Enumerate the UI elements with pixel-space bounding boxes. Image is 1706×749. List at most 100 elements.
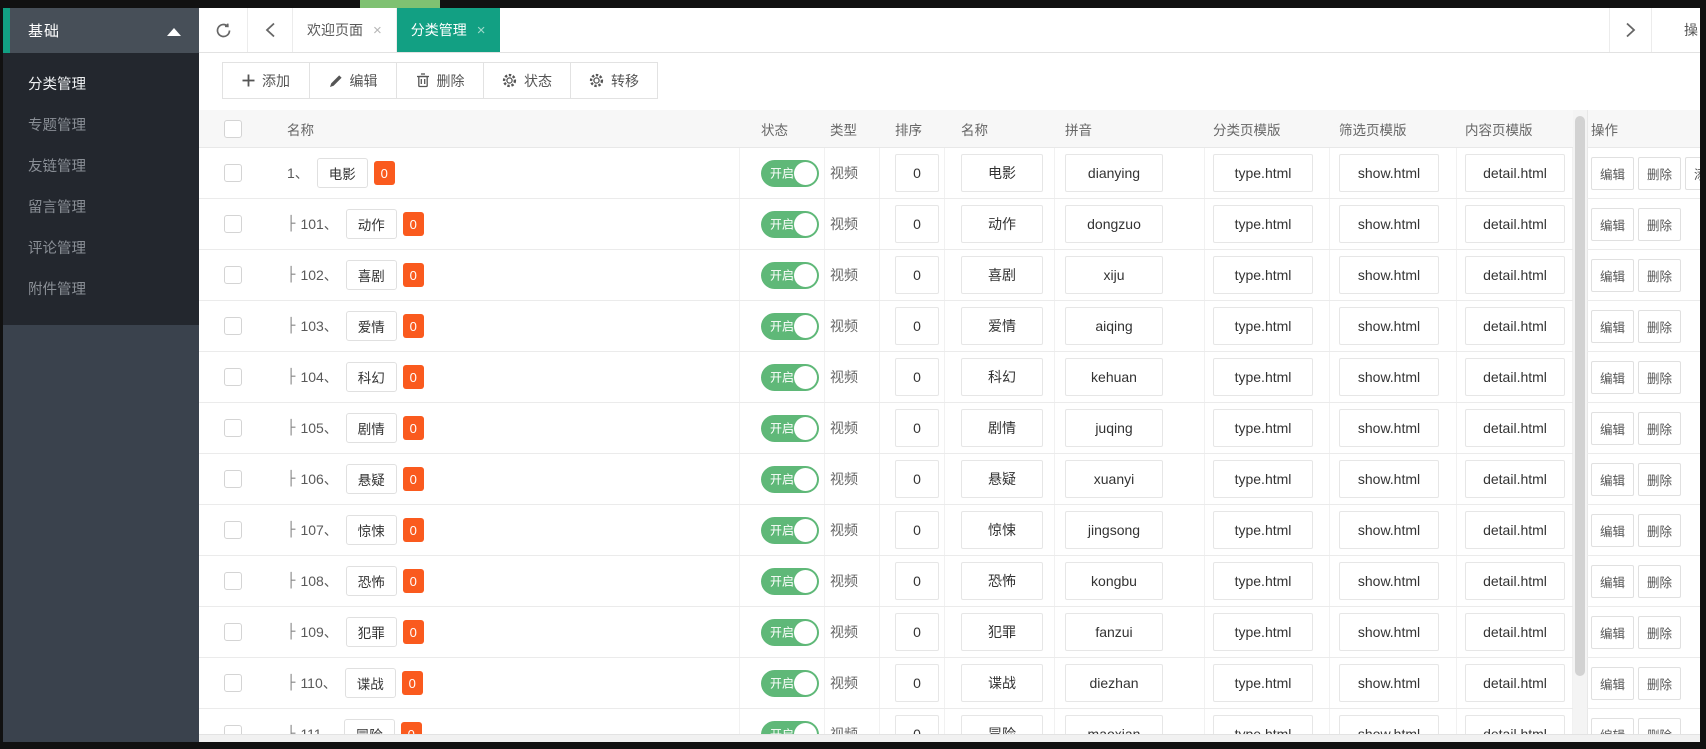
scrollbar-thumb[interactable] bbox=[1575, 116, 1585, 676]
category-name-box[interactable]: 爱情 bbox=[345, 311, 397, 341]
status-toggle[interactable]: 开启 bbox=[761, 465, 819, 493]
name-input[interactable]: 悬疑 bbox=[961, 460, 1043, 498]
sort-input[interactable]: 0 bbox=[895, 562, 939, 600]
select-all-checkbox[interactable] bbox=[223, 119, 242, 138]
category-template-input[interactable]: type.html bbox=[1213, 613, 1313, 651]
status-toggle[interactable]: 开启 bbox=[761, 261, 819, 289]
pinyin-input[interactable]: aiqing bbox=[1065, 307, 1163, 345]
sort-input[interactable]: 0 bbox=[895, 154, 939, 192]
filter-template-input[interactable]: show.html bbox=[1339, 256, 1439, 294]
status-toggle[interactable]: 开启 bbox=[761, 210, 819, 238]
name-input[interactable]: 犯罪 bbox=[961, 613, 1043, 651]
row-checkbox[interactable] bbox=[223, 368, 242, 386]
edit-row-button[interactable]: 编辑 bbox=[1591, 360, 1635, 394]
name-input[interactable]: 喜剧 bbox=[961, 256, 1043, 294]
category-name-box[interactable]: 科幻 bbox=[345, 362, 397, 392]
转移-toolbar-button[interactable]: 转移 bbox=[570, 62, 658, 99]
status-toggle[interactable]: 开启 bbox=[761, 312, 819, 340]
row-checkbox[interactable] bbox=[223, 419, 242, 437]
pinyin-input[interactable]: juqing bbox=[1065, 409, 1163, 447]
content-template-input[interactable]: detail.html bbox=[1465, 664, 1565, 702]
pinyin-input[interactable]: maoxian bbox=[1065, 715, 1163, 734]
name-input[interactable]: 科幻 bbox=[961, 358, 1043, 396]
edit-row-button[interactable]: 编辑 bbox=[1591, 462, 1635, 496]
delete-row-button[interactable]: 删除 bbox=[1638, 309, 1682, 343]
edit-row-button[interactable]: 编辑 bbox=[1591, 513, 1635, 547]
filter-template-input[interactable]: show.html bbox=[1339, 562, 1439, 600]
category-name-box[interactable]: 犯罪 bbox=[345, 617, 397, 647]
sidebar-item-留言管理[interactable]: 留言管理 bbox=[3, 188, 199, 229]
delete-row-button[interactable]: 删除 bbox=[1638, 462, 1682, 496]
name-input[interactable]: 动作 bbox=[961, 205, 1043, 243]
close-icon[interactable]: × bbox=[477, 22, 486, 39]
category-template-input[interactable]: type.html bbox=[1213, 205, 1313, 243]
edit-row-button[interactable]: 编辑 bbox=[1591, 666, 1635, 700]
sidebar-item-评论管理[interactable]: 评论管理 bbox=[3, 229, 199, 270]
refresh-button[interactable] bbox=[199, 8, 248, 52]
category-name-box[interactable]: 喜剧 bbox=[345, 260, 397, 290]
edit-row-button[interactable]: 编辑 bbox=[1591, 411, 1635, 445]
sort-input[interactable]: 0 bbox=[895, 307, 939, 345]
table-vertical-scrollbar[interactable] bbox=[1573, 110, 1587, 734]
row-checkbox[interactable] bbox=[223, 674, 242, 692]
tab-scroll-right-button[interactable] bbox=[1610, 8, 1652, 52]
add-child-button[interactable]: 添加 bbox=[1685, 156, 1700, 190]
content-template-input[interactable]: detail.html bbox=[1465, 154, 1565, 192]
pinyin-input[interactable]: jingsong bbox=[1065, 511, 1163, 549]
status-toggle[interactable]: 开启 bbox=[761, 669, 819, 697]
content-template-input[interactable]: detail.html bbox=[1465, 307, 1565, 345]
row-checkbox[interactable] bbox=[223, 521, 242, 539]
content-template-input[interactable]: detail.html bbox=[1465, 409, 1565, 447]
content-template-input[interactable]: detail.html bbox=[1465, 358, 1565, 396]
category-template-input[interactable]: type.html bbox=[1213, 358, 1313, 396]
category-name-box[interactable]: 冒险 bbox=[343, 719, 395, 734]
edit-row-button[interactable]: 编辑 bbox=[1591, 564, 1635, 598]
close-icon[interactable]: × bbox=[373, 22, 382, 39]
filter-template-input[interactable]: show.html bbox=[1339, 307, 1439, 345]
sort-input[interactable]: 0 bbox=[895, 460, 939, 498]
filter-template-input[interactable]: show.html bbox=[1339, 358, 1439, 396]
pinyin-input[interactable]: dianying bbox=[1065, 154, 1163, 192]
category-name-box[interactable]: 悬疑 bbox=[345, 464, 397, 494]
category-template-input[interactable]: type.html bbox=[1213, 562, 1313, 600]
filter-template-input[interactable]: show.html bbox=[1339, 154, 1439, 192]
edit-row-button[interactable]: 编辑 bbox=[1591, 207, 1635, 241]
status-toggle[interactable]: 开启 bbox=[761, 516, 819, 544]
edit-row-button[interactable]: 编辑 bbox=[1591, 717, 1635, 734]
delete-row-button[interactable]: 删除 bbox=[1638, 513, 1682, 547]
delete-row-button[interactable]: 删除 bbox=[1638, 564, 1682, 598]
row-checkbox[interactable] bbox=[223, 470, 242, 488]
category-template-input[interactable]: type.html bbox=[1213, 715, 1313, 734]
row-checkbox[interactable] bbox=[223, 623, 242, 641]
horizontal-scrollbar-track[interactable] bbox=[199, 734, 1700, 742]
category-template-input[interactable]: type.html bbox=[1213, 307, 1313, 345]
status-toggle[interactable]: 开启 bbox=[761, 414, 819, 442]
sidebar-item-专题管理[interactable]: 专题管理 bbox=[3, 106, 199, 147]
filter-template-input[interactable]: show.html bbox=[1339, 715, 1439, 734]
edit-row-button[interactable]: 编辑 bbox=[1591, 156, 1635, 190]
category-template-input[interactable]: type.html bbox=[1213, 460, 1313, 498]
name-input[interactable]: 惊悚 bbox=[961, 511, 1043, 549]
sort-input[interactable]: 0 bbox=[895, 664, 939, 702]
status-toggle[interactable]: 开启 bbox=[761, 720, 819, 734]
category-name-box[interactable]: 剧情 bbox=[345, 413, 397, 443]
pinyin-input[interactable]: fanzui bbox=[1065, 613, 1163, 651]
tab-operations-dropdown[interactable]: 操 bbox=[1652, 8, 1700, 52]
pinyin-input[interactable]: diezhan bbox=[1065, 664, 1163, 702]
sort-input[interactable]: 0 bbox=[895, 409, 939, 447]
删除-toolbar-button[interactable]: 删除 bbox=[396, 62, 484, 99]
sidebar-item-分类管理[interactable]: 分类管理 bbox=[3, 65, 199, 106]
status-toggle[interactable]: 开启 bbox=[761, 363, 819, 391]
content-template-input[interactable]: detail.html bbox=[1465, 205, 1565, 243]
状态-toolbar-button[interactable]: 状态 bbox=[483, 62, 571, 99]
sidebar-item-附件管理[interactable]: 附件管理 bbox=[3, 270, 199, 311]
delete-row-button[interactable]: 删除 bbox=[1638, 156, 1682, 190]
pinyin-input[interactable]: dongzuo bbox=[1065, 205, 1163, 243]
row-checkbox[interactable] bbox=[223, 572, 242, 590]
sidebar-group-header[interactable]: 基础 bbox=[3, 8, 199, 53]
edit-row-button[interactable]: 编辑 bbox=[1591, 258, 1635, 292]
filter-template-input[interactable]: show.html bbox=[1339, 460, 1439, 498]
pinyin-input[interactable]: xiju bbox=[1065, 256, 1163, 294]
status-toggle[interactable]: 开启 bbox=[761, 159, 819, 187]
content-template-input[interactable]: detail.html bbox=[1465, 613, 1565, 651]
